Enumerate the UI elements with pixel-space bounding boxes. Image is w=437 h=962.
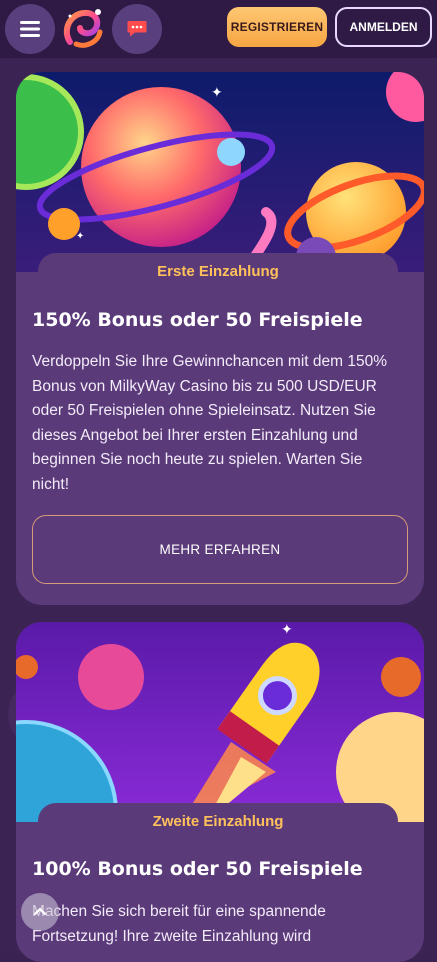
logo[interactable] (60, 4, 108, 54)
chat-button[interactable] (112, 4, 162, 54)
bonus-card-second-deposit: ✦ Zweite Einzahlung 100% Bonus oder 50 F… (16, 622, 424, 962)
card-title: 150% Bonus oder 50 Freispiele (32, 309, 363, 331)
tab-first-deposit: Erste Einzahlung (38, 253, 398, 289)
svg-text:✦: ✦ (211, 85, 223, 101)
menu-icon (20, 21, 40, 37)
svg-text:✦: ✦ (281, 622, 293, 638)
menu-button[interactable] (5, 4, 55, 54)
top-bar: REGISTRIEREN ANMELDEN (0, 0, 437, 58)
learn-more-button[interactable]: MEHR ERFAHREN (32, 515, 408, 584)
card-description: Machen Sie sich bereit für eine spannend… (32, 903, 326, 945)
register-button[interactable]: REGISTRIEREN (227, 7, 327, 47)
chat-icon (127, 21, 147, 37)
card-title: 100% Bonus oder 50 Freispiele (32, 858, 363, 880)
space-planets-image: ✦ ✦ (16, 72, 424, 272)
rocket-image: ✦ (16, 622, 424, 822)
scroll-to-top-button[interactable] (21, 893, 59, 931)
bonus-card-first-deposit: ✦ ✦ Erste Einzahlung 150% Bonus oder 50 … (16, 72, 424, 605)
arrow-up-icon (33, 907, 47, 916)
login-button[interactable]: ANMELDEN (335, 7, 432, 47)
card-description: Verdoppeln Sie Ihre Gewinnchancen mit de… (32, 353, 387, 493)
svg-text:✦: ✦ (76, 231, 84, 242)
tab-second-deposit: Zweite Einzahlung (38, 803, 398, 839)
